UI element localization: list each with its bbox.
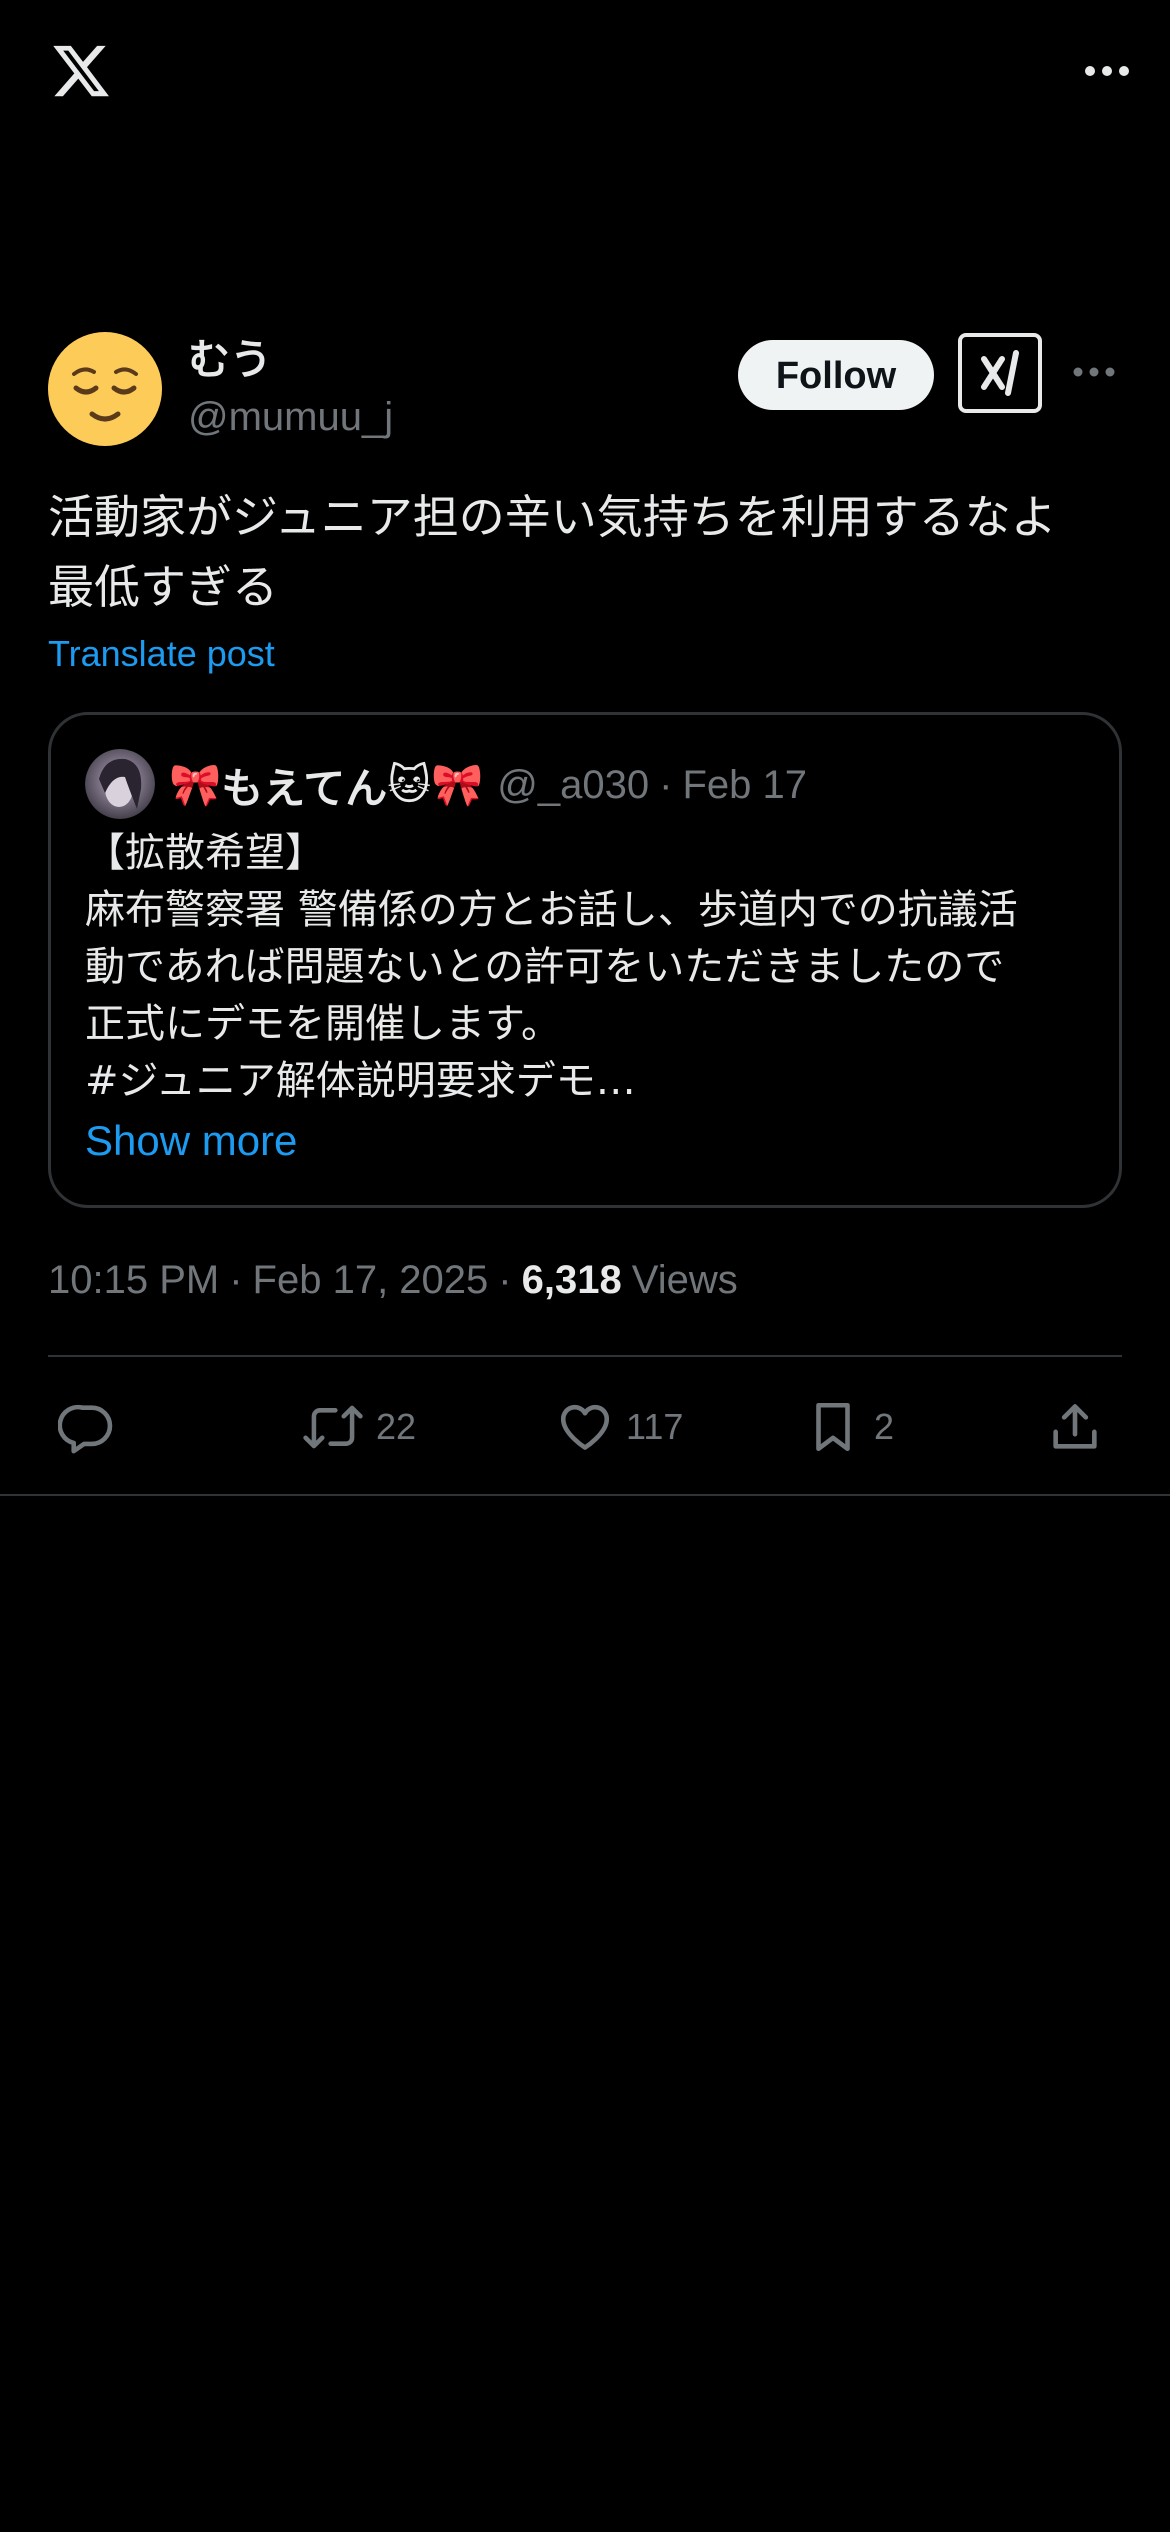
reply-icon bbox=[58, 1404, 113, 1454]
separator-dot: · bbox=[659, 762, 673, 807]
author-handle[interactable]: @mumuu_j bbox=[188, 392, 393, 442]
quote-header: 🎀 もえてん 🐱🎀 @_a030 · Feb 17 bbox=[169, 755, 807, 815]
separator-dot: · bbox=[229, 1257, 243, 1302]
like-button[interactable]: 117 bbox=[556, 1392, 683, 1462]
post-date[interactable]: Feb 17, 2025 bbox=[253, 1258, 489, 1303]
like-count: 117 bbox=[626, 1406, 684, 1447]
post-text: 活動家がジュニア担の辛い気持ちを利用するなよ 最低すぎる bbox=[48, 490, 1057, 614]
quote-date: Feb 17 bbox=[682, 762, 807, 807]
reply-button[interactable] bbox=[58, 1392, 116, 1462]
cat-ribbon-emoji: 🐱🎀 bbox=[387, 760, 484, 809]
author-avatar[interactable] bbox=[48, 332, 162, 446]
author-display-name[interactable]: むう bbox=[188, 334, 272, 386]
translate-post-link[interactable]: Translate post bbox=[48, 630, 275, 678]
quote-author-avatar bbox=[85, 749, 155, 819]
divider bbox=[0, 1494, 1170, 1496]
ribbon-emoji: 🎀 bbox=[169, 760, 222, 809]
show-more-link[interactable]: Show more bbox=[85, 1113, 297, 1169]
quoted-post-card[interactable]: 🎀 もえてん 🐱🎀 @_a030 · Feb 17 【拡散希望】 麻布警察署 警… bbox=[48, 712, 1122, 1208]
quote-author-name-text: もえてん bbox=[221, 763, 388, 813]
x-logo-icon[interactable] bbox=[48, 40, 114, 102]
post-more-icon[interactable] bbox=[1072, 360, 1116, 384]
top-bar bbox=[0, 0, 1170, 150]
post-time[interactable]: 10:15 PM bbox=[48, 1258, 219, 1303]
retweet-count: 22 bbox=[376, 1406, 417, 1447]
post-meta: 10:15 PM · Feb 17, 2025 · 6,318 Views bbox=[48, 1252, 738, 1308]
post-author-row: むう @mumuu_j Follow bbox=[48, 330, 1122, 450]
grok-button[interactable] bbox=[958, 333, 1042, 413]
share-button[interactable] bbox=[1046, 1392, 1104, 1462]
bookmark-button[interactable]: 2 bbox=[804, 1392, 894, 1462]
retweet-icon bbox=[303, 1405, 363, 1449]
views-count[interactable]: 6,318 bbox=[522, 1258, 622, 1303]
separator-dot: · bbox=[498, 1257, 512, 1302]
follow-button[interactable]: Follow bbox=[738, 340, 934, 410]
views-label[interactable]: Views bbox=[632, 1258, 738, 1303]
share-icon bbox=[1053, 1404, 1097, 1449]
bookmark-count: 2 bbox=[874, 1406, 895, 1447]
divider bbox=[48, 1355, 1122, 1357]
grok-icon bbox=[981, 350, 1019, 396]
quote-author-name[interactable]: 🎀 もえてん 🐱🎀 bbox=[169, 755, 483, 816]
quote-body-text: 【拡散希望】 麻布警察署 警備係の方とお話し、歩道内での抗議活 動であれば問題な… bbox=[85, 830, 1018, 1104]
retweet-button[interactable]: 22 bbox=[302, 1392, 416, 1462]
bookmark-icon bbox=[816, 1402, 850, 1452]
heart-icon bbox=[560, 1404, 610, 1450]
post-actions: 22 117 2 bbox=[48, 1392, 1122, 1462]
more-horizontal-icon[interactable] bbox=[1082, 56, 1132, 86]
quote-author-handle: @_a030 bbox=[497, 762, 650, 807]
